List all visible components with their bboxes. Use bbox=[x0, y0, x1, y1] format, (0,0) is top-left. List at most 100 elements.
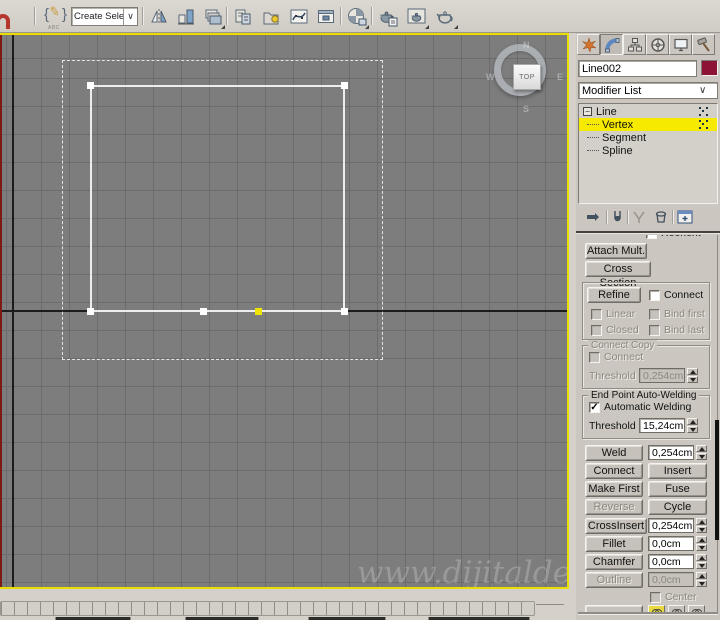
chamfer-spinner[interactable] bbox=[696, 554, 707, 569]
vertex-top-right[interactable] bbox=[341, 82, 348, 89]
weld-button[interactable]: Weld bbox=[585, 445, 643, 461]
connect-copy-threshold-spinner[interactable] bbox=[687, 368, 698, 383]
autoweld-threshold-field[interactable]: 15,24cm bbox=[639, 418, 685, 433]
panel-tabs bbox=[577, 34, 715, 56]
linear-checkbox[interactable] bbox=[591, 308, 602, 320]
manage-scene-icon[interactable] bbox=[230, 4, 255, 29]
tab-hierarchy[interactable] bbox=[623, 34, 646, 55]
snap-magnet-icon[interactable] bbox=[0, 14, 10, 29]
geometry-rollout: Reorient Attach Mult. Cross Section Refi… bbox=[576, 235, 720, 612]
cross-section-button[interactable]: Cross Section bbox=[585, 261, 651, 289]
show-end-result-icon[interactable] bbox=[611, 210, 623, 224]
bind-first-checkbox[interactable] bbox=[649, 308, 660, 320]
fillet-button[interactable]: Fillet bbox=[585, 536, 643, 552]
viewport-top[interactable]: N S W E TOP www.dijitalde bbox=[0, 33, 569, 589]
track-bar-tail bbox=[536, 604, 564, 605]
stack-item-spline[interactable]: Spline bbox=[579, 144, 717, 157]
material-editor-icon[interactable] bbox=[344, 4, 369, 29]
track-bar[interactable] bbox=[0, 601, 535, 616]
insert-button[interactable]: Insert bbox=[648, 463, 707, 479]
line002-spline[interactable] bbox=[90, 85, 345, 312]
center-checkbox[interactable] bbox=[650, 591, 661, 603]
connect-copy-checkbox[interactable] bbox=[589, 351, 600, 363]
weld-threshold-field[interactable]: 0,254cm bbox=[648, 445, 694, 460]
layer-manager-icon[interactable] bbox=[200, 4, 225, 29]
remove-modifier-icon[interactable] bbox=[654, 210, 668, 224]
compass-east[interactable]: E bbox=[557, 72, 563, 82]
refine-button[interactable]: Refine bbox=[587, 287, 641, 303]
compass-north[interactable]: N bbox=[523, 40, 530, 50]
boolean-intersect-icon[interactable] bbox=[688, 605, 705, 612]
panel-bottom-separator bbox=[578, 612, 718, 614]
automatic-welding-checkbox[interactable] bbox=[589, 401, 600, 413]
autoweld-threshold-spinner[interactable] bbox=[687, 418, 698, 433]
bind-last-checkbox[interactable] bbox=[649, 324, 660, 336]
rendered-frame-window-icon[interactable] bbox=[404, 4, 429, 29]
object-color-swatch[interactable] bbox=[701, 60, 718, 76]
attach-mult-button[interactable]: Attach Mult. bbox=[585, 243, 647, 259]
boolean-union-icon[interactable] bbox=[648, 605, 665, 612]
vertex-top-left[interactable] bbox=[87, 82, 94, 89]
closed-checkbox[interactable] bbox=[591, 324, 602, 336]
align-icon[interactable] bbox=[173, 4, 198, 29]
viewcube-top-face[interactable]: TOP bbox=[513, 64, 541, 90]
vertex-selected[interactable] bbox=[255, 308, 262, 315]
toolbar-separator bbox=[340, 7, 341, 25]
tab-motion[interactable] bbox=[646, 34, 669, 55]
curve-editor-icon[interactable] bbox=[286, 4, 311, 29]
configure-modifier-sets-icon[interactable] bbox=[677, 210, 693, 224]
compass-west[interactable]: W bbox=[486, 72, 495, 82]
cycle-button[interactable]: Cycle bbox=[648, 499, 707, 515]
autoweld-group: End Point Auto-Welding Automatic Welding… bbox=[582, 390, 710, 439]
tree-line bbox=[587, 124, 599, 125]
connect-button[interactable]: Connect bbox=[585, 463, 643, 479]
fillet-spinner[interactable] bbox=[696, 536, 707, 551]
stack-item-line[interactable]: Line bbox=[579, 105, 717, 118]
schematic-view-icon[interactable] bbox=[313, 4, 338, 29]
fuse-button[interactable]: Fuse bbox=[648, 481, 707, 497]
reverse-button[interactable]: Reverse bbox=[585, 499, 643, 515]
mirror-icon[interactable] bbox=[146, 4, 171, 29]
chamfer-button[interactable]: Chamfer bbox=[585, 554, 643, 570]
edit-named-selection-sets-icon[interactable]: ✎ ABC bbox=[44, 3, 68, 31]
toolbar-separator bbox=[34, 7, 35, 25]
reorient-checkbox[interactable] bbox=[646, 235, 657, 239]
cross-insert-field[interactable]: 0,254cm bbox=[648, 518, 694, 533]
tab-modify[interactable] bbox=[600, 34, 623, 55]
cross-insert-spinner[interactable] bbox=[696, 518, 707, 533]
tab-utilities[interactable] bbox=[692, 34, 715, 55]
outline-button[interactable]: Outline bbox=[585, 572, 643, 588]
collapse-icon[interactable] bbox=[583, 107, 592, 116]
vertex-bottom-right[interactable] bbox=[341, 308, 348, 315]
chevron-down-icon[interactable] bbox=[123, 8, 137, 25]
cross-insert-button[interactable]: CrossInsert bbox=[585, 518, 647, 534]
tab-display[interactable] bbox=[669, 34, 692, 55]
render-setup-icon[interactable] bbox=[375, 4, 400, 29]
fillet-field[interactable]: 0,0cm bbox=[648, 536, 694, 551]
stack-item-vertex[interactable]: Vertex bbox=[579, 118, 717, 131]
connect-copy-threshold-field[interactable]: 0,254cm bbox=[639, 368, 685, 383]
object-name-field[interactable] bbox=[578, 60, 697, 77]
vertex-bottom-left[interactable] bbox=[87, 308, 94, 315]
outline-spinner[interactable] bbox=[696, 572, 707, 587]
weld-threshold-spinner[interactable] bbox=[696, 445, 707, 460]
make-unique-icon[interactable] bbox=[632, 211, 646, 224]
modifier-list-dropdown[interactable]: Modifier List bbox=[578, 82, 718, 99]
render-production-icon[interactable] bbox=[433, 4, 458, 29]
make-first-button[interactable]: Make First bbox=[585, 481, 643, 497]
connect-checkbox[interactable] bbox=[649, 289, 660, 301]
compass-south[interactable]: S bbox=[523, 104, 529, 114]
container-icon[interactable] bbox=[258, 4, 283, 29]
outline-field[interactable]: 0,0cm bbox=[648, 572, 694, 587]
vertex-bottom-mid[interactable] bbox=[200, 308, 207, 315]
pin-stack-icon[interactable] bbox=[586, 210, 602, 224]
tree-line bbox=[587, 137, 599, 138]
tree-line bbox=[587, 150, 599, 151]
boolean-button[interactable] bbox=[585, 605, 643, 612]
rollout-scrollbar-thumb[interactable] bbox=[715, 420, 719, 540]
named-selection-set-combo[interactable]: Create Selection Se bbox=[71, 7, 138, 26]
tab-create[interactable] bbox=[577, 34, 600, 55]
chamfer-field[interactable]: 0,0cm bbox=[648, 554, 694, 569]
boolean-subtract-icon[interactable] bbox=[668, 605, 685, 612]
stack-item-segment[interactable]: Segment bbox=[579, 131, 717, 144]
